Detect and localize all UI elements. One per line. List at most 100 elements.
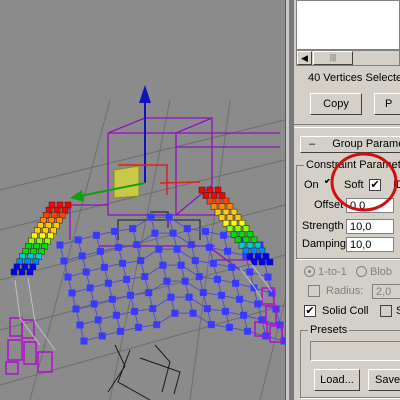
vertex-handle	[86, 284, 94, 292]
vertex-handle	[191, 257, 199, 265]
vertex-handle	[153, 321, 161, 329]
scroll-thumb-grip-icon[interactable]: |||	[313, 51, 353, 65]
presets-dropdown[interactable]	[310, 341, 400, 361]
arm-vertex	[210, 192, 218, 199]
scroll-left-arrow-icon[interactable]: ◀	[297, 51, 312, 65]
strength-field[interactable]: 10,0	[346, 219, 394, 234]
vertex-handle	[123, 275, 131, 283]
vertex-handle	[201, 227, 209, 235]
arm-vertex	[26, 268, 34, 276]
vertex-handle	[119, 259, 127, 267]
gizmo-z-arrow-icon[interactable]	[70, 190, 84, 202]
rollout-title: Group Parame	[332, 138, 400, 150]
vertex-handle	[115, 243, 123, 251]
s-checkbox[interactable]	[380, 305, 392, 317]
arm-vertex	[226, 225, 234, 233]
vertex-handle	[60, 257, 68, 265]
vertex-handle	[127, 291, 135, 299]
gizmo-x-axis[interactable]	[159, 181, 201, 184]
one-to-one-radio[interactable]	[304, 266, 315, 277]
arm-vertex	[214, 197, 222, 205]
vertex-handle	[129, 225, 137, 233]
vertex-handle	[137, 257, 145, 265]
arm-vertex	[254, 242, 262, 249]
divider	[294, 124, 400, 128]
vertex-handle	[112, 311, 120, 319]
vertex-handle	[185, 293, 193, 301]
arm-vertex	[230, 219, 238, 227]
vertex-handle	[167, 293, 175, 301]
vertex-handle	[100, 263, 108, 271]
arm-vertex	[266, 258, 274, 266]
vertex-handle	[244, 327, 252, 335]
save-button[interactable]: Save	[368, 369, 400, 391]
vertex-handle	[111, 227, 119, 235]
vertex-handle	[147, 213, 155, 221]
arm-vertex	[246, 231, 254, 238]
selection-list[interactable]	[296, 0, 400, 50]
vertex-handle	[225, 323, 233, 331]
arm-vertex	[234, 214, 242, 221]
copy-button[interactable]: Copy	[310, 93, 362, 115]
arm-vertex	[222, 208, 230, 216]
arm-vertex	[226, 214, 234, 221]
paste-button[interactable]: P	[374, 93, 400, 115]
pivot-plane	[113, 165, 140, 199]
arm-vertex	[218, 214, 226, 221]
vertex-handle	[205, 243, 213, 251]
vertex-handle	[141, 273, 149, 281]
horizontal-scrollbar[interactable]: ◀ |||	[296, 50, 400, 66]
arm-vertex	[18, 268, 26, 276]
arm-vertex	[246, 253, 254, 260]
vertex-handle	[155, 245, 163, 253]
vertex-handle	[76, 321, 84, 329]
arm-vertex	[206, 197, 214, 205]
vertex-handle	[56, 241, 64, 249]
arm-vertex	[198, 186, 206, 194]
vertex-handle	[131, 307, 139, 315]
vertex-handle	[163, 277, 171, 285]
transform-gizmo[interactable]	[70, 85, 201, 202]
arm-vertex	[10, 268, 18, 276]
arm-vertex	[262, 253, 270, 260]
arm-vertex	[214, 186, 222, 194]
arm-vertex	[234, 236, 242, 244]
viewport-scene[interactable]	[0, 0, 285, 400]
damping-field[interactable]: 10,0	[346, 237, 394, 252]
arm-vertex	[214, 208, 222, 216]
vertex-handle	[64, 273, 72, 281]
vertex-handle	[96, 247, 104, 255]
vertex-handle	[82, 268, 90, 276]
vertex-handle	[224, 247, 232, 255]
vertex-handle	[72, 305, 80, 313]
arm-vertex	[222, 219, 230, 227]
solid-coll-checkbox[interactable]: ✔	[304, 305, 316, 317]
vertex-handle	[171, 309, 179, 317]
vertex-handle	[195, 273, 203, 281]
gizmo-y-arrow-icon[interactable]	[139, 85, 151, 103]
vertex-handle	[228, 263, 236, 271]
arm-vertex	[230, 208, 238, 216]
radius-field[interactable]: 2,0	[372, 284, 400, 299]
arm-vertex	[242, 225, 250, 233]
arm-vertex	[218, 192, 226, 199]
3d-viewport[interactable]	[0, 0, 285, 400]
arm-vertex	[222, 197, 230, 205]
vertex-handle	[217, 291, 225, 299]
blob-radio[interactable]	[356, 266, 367, 277]
radius-checkbox[interactable]	[308, 285, 320, 297]
vertex-handle	[78, 252, 86, 260]
vertex-handle	[133, 241, 141, 249]
one-to-one-label: 1-to-1	[318, 266, 347, 278]
vertex-handle	[151, 229, 159, 237]
vertex-handle	[236, 295, 244, 303]
vertex-handle	[98, 332, 106, 340]
vertex-handle	[90, 300, 98, 308]
arm-vertex	[258, 258, 266, 266]
vertex-handle	[173, 245, 181, 253]
strength-label: Strength	[302, 220, 344, 232]
arm-vertex	[238, 231, 246, 238]
load-button[interactable]: Load...	[314, 369, 360, 391]
arm-vertex	[238, 242, 246, 249]
vertex-handle	[181, 277, 189, 285]
